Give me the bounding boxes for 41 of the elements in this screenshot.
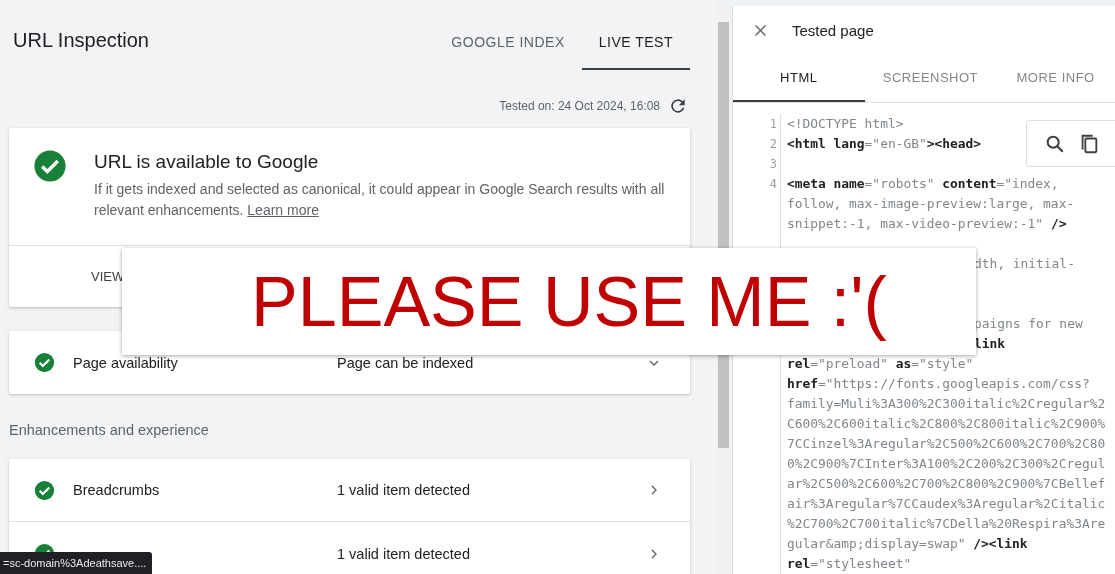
panel-title: Tested page xyxy=(792,21,874,39)
code-line: ar%2C500%2C600%2C700%2C800%2C900%7CBellef xyxy=(787,476,1106,491)
code-line: link xyxy=(974,336,1006,351)
page-title: URL Inspection xyxy=(13,28,149,52)
code-line: rel="stylesheet" xyxy=(787,556,912,571)
code-line: 0%2C900%7CInter%3A100%2C200%2C300%2Cregul xyxy=(787,456,1106,471)
refresh-icon[interactable] xyxy=(668,96,688,116)
code-line: C600%2C600italic%2C800%2C800italic%2C900% xyxy=(787,416,1106,431)
code-line: snippet:-1, max-video-preview:-1" /> xyxy=(787,216,1067,231)
section-heading: Enhancements and experience xyxy=(9,421,210,440)
result-label: Page availability xyxy=(73,354,179,371)
code-line: rel="preload" as="style" xyxy=(787,356,974,371)
url-tooltip: =sc-domain%3Adeathsave.... xyxy=(0,552,153,574)
code-line: <html lang="en-GB"><head> xyxy=(787,136,982,151)
status-title: URL is available to Google xyxy=(94,151,320,173)
code-line: <meta name="robots" content="index, xyxy=(787,176,1059,191)
line-number: 3 xyxy=(769,157,777,171)
tab[interactable]: MORE INFO xyxy=(996,54,1115,102)
tab[interactable]: SCREENSHOT xyxy=(864,54,997,102)
status-description: If it gets indexed and selected as canonical, it could appear in Google Search results with all relevant enhancements. Learn more xyxy=(94,180,666,220)
code-line: family=Muli%3A300%2C300italic%2Cregular%2 xyxy=(787,396,1106,411)
code-line: follow, max-image-preview:large, max- xyxy=(787,196,1075,211)
tab[interactable]: GOOGLE INDEX xyxy=(434,16,582,70)
banner-text: PLEASE USE ME :'( xyxy=(251,261,887,342)
code-line: <!DOCTYPE html> xyxy=(787,116,904,131)
check-circle-icon xyxy=(33,149,67,183)
result-value: Page can be indexed xyxy=(337,354,475,371)
code-line: air%3Aregular%7CCaudex%3Aregular%2Citalic xyxy=(787,496,1106,511)
code-line: gular&amp;display=swap" /><link xyxy=(787,536,1028,551)
line-number: 4 xyxy=(769,177,777,191)
tab[interactable]: LIVE TEST xyxy=(581,16,690,70)
tested-date: Tested on: 24 Oct 2024, 16:08 xyxy=(499,99,660,113)
result-label: Breadcrumbs xyxy=(73,482,161,498)
result-value: 1 valid item detected xyxy=(337,482,471,498)
line-number: 1 xyxy=(769,117,777,131)
code-line: %2C700%2C700italic%7CDella%20Respira%3Are xyxy=(787,516,1106,531)
code-line: 7CCinzel%3Aregular%2C500%2C600%2C700%2C80 xyxy=(787,436,1106,451)
result-value: 1 valid item detected xyxy=(337,545,471,562)
code-line: href="https://fonts.googleapis.com/css? xyxy=(787,376,1090,391)
line-number: 2 xyxy=(769,137,777,151)
learn-more-link[interactable]: Learn more xyxy=(247,202,319,218)
